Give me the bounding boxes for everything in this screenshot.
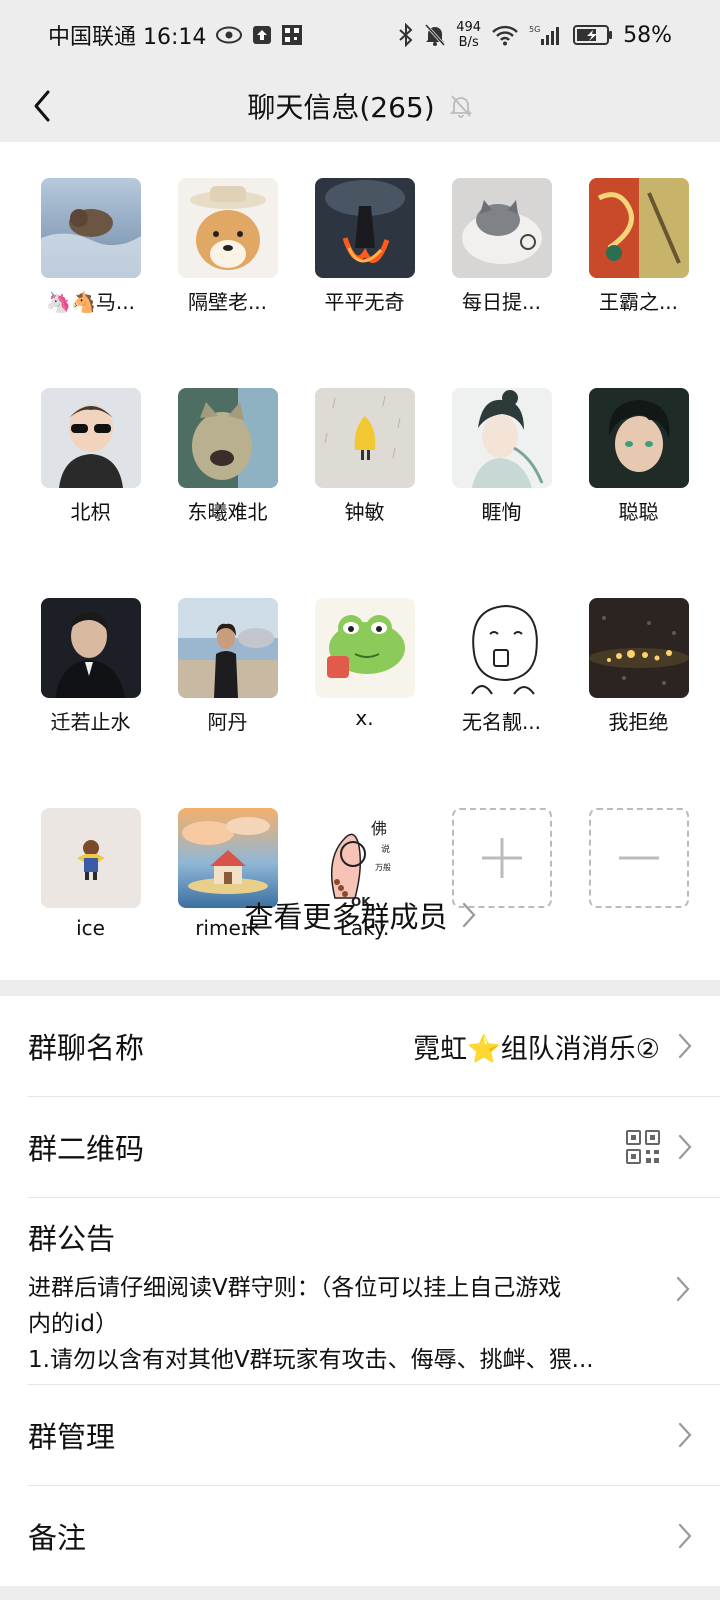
back-button[interactable] [20,84,64,128]
avatar [177,598,278,698]
member-item[interactable]: 王霸之... [570,178,707,315]
group-manage-row[interactable]: 群管理 [0,1385,720,1485]
member-item[interactable]: 聪聪 [570,388,707,525]
member-name: 平平无奇 [324,290,405,314]
minus-icon [618,856,659,860]
avatar [451,388,552,488]
member-name: 北枳 [70,500,111,524]
member-name: 阿丹 [207,710,248,734]
avatar [314,388,415,488]
member-item[interactable]: 迁若止水 [22,598,159,735]
net-speed-value: 494 [456,20,482,35]
remark-label: 备注 [28,1521,87,1555]
svg-text:说: 说 [381,843,390,855]
avatar [314,178,415,278]
avatar [177,388,278,488]
member-name: 无名靓... [461,710,542,734]
cell-signal-icon: 5G [529,24,563,46]
mute-bell-icon [424,23,446,47]
avatar [451,178,552,278]
avatar [451,598,552,698]
member-name: 🦄🐴马... [46,290,135,314]
member-name: x. [355,706,374,730]
view-more-members-link[interactable]: 查看更多群成员 [0,890,720,940]
member-item[interactable]: 无名靓... [433,598,570,735]
member-item[interactable]: 每日提... [433,178,570,315]
battery-icon [573,24,613,46]
notice-line: 进群后请仔细阅读V群守则：（各位可以挂上自己游戏 [28,1275,562,1301]
avatar [177,178,278,278]
avatar [40,178,141,278]
chevron-right-icon [678,1033,692,1059]
member-name: 东曦难北 [187,500,268,524]
member-name: 睚恂 [481,500,522,524]
member-item[interactable]: 阿丹 [159,598,296,735]
member-item[interactable]: 北枳 [22,388,159,525]
chevron-right-icon [676,1276,690,1302]
svg-text:佛: 佛 [371,819,387,838]
member-item[interactable]: 🦄🐴马... [22,178,159,315]
battery-percent: 58% [623,22,672,48]
status-bar: 中国联通 16:14 494 B/s 5G 58% [0,0,720,70]
group-notice-content: 进群后请仔细阅读V群守则：（各位可以挂上自己游戏 内的id） 1.请勿以含有对其… [28,1270,648,1378]
page-title-text: 聊天信息(265) [247,91,435,124]
avatar [314,598,415,698]
group-manage-label: 群管理 [28,1420,116,1454]
plus-icon [481,838,522,878]
member-name: 钟敏 [344,500,385,524]
member-name: 我拒绝 [608,710,669,734]
carrier-time: 中国联通 16:14 [48,25,207,50]
svg-text:万般: 万般 [375,862,391,872]
upload-icon [252,25,272,45]
avatar [40,598,141,698]
member-item[interactable]: 睚恂 [433,388,570,525]
group-name-label: 群聊名称 [28,1031,145,1065]
net-speed: 494 B/s [456,20,481,50]
chevron-left-icon [34,90,50,122]
group-notice-label: 群公告 [28,1222,116,1256]
member-name: 迁若止水 [50,710,131,734]
avatar [40,388,141,488]
member-grid: 🦄🐴马... 隔壁老... 平平无奇 每日提... 王霸之... 北枳 东曦难北… [22,178,708,940]
avatar [588,388,689,488]
remark-row[interactable]: 备注 [0,1486,720,1586]
view-more-label: 查看更多群成员 [244,900,448,934]
member-item[interactable]: 我拒绝 [570,598,707,735]
member-item[interactable]: 东曦难北 [159,388,296,525]
member-item[interactable]: x. [296,598,433,735]
avatar [588,178,689,278]
qr-code-icon [626,1130,660,1164]
chevron-right-icon [678,1134,692,1160]
member-item[interactable]: 平平无奇 [296,178,433,315]
member-item[interactable]: 隔壁老... [159,178,296,315]
member-name: 每日提... [461,290,542,314]
chevron-right-icon [462,902,475,928]
chevron-right-icon [678,1422,692,1448]
chevron-right-icon [678,1523,692,1549]
member-name: 王霸之... [598,290,679,314]
wifi-icon [491,24,519,46]
member-name: 隔壁老... [187,290,268,314]
avatar [588,598,689,698]
member-name: 聪聪 [618,500,659,524]
qr-app-icon [282,25,303,45]
nav-bar: 聊天信息(265) [0,70,720,142]
notice-line: 1.请勿以含有对其他V群玩家有攻击、侮辱、挑衅、猥... [28,1347,594,1373]
bottom-spacer [0,1586,720,1600]
bluetooth-icon [398,23,414,47]
group-notice-row[interactable]: 群公告 进群后请仔细阅读V群守则：（各位可以挂上自己游戏 内的id） 1.请勿以… [0,1198,720,1384]
group-qr-row[interactable]: 群二维码 [0,1097,720,1197]
group-name-row[interactable]: 群聊名称 霓虹⭐组队消消乐② [0,996,720,1096]
members-panel: 🦄🐴马... 隔壁老... 平平无奇 每日提... 王霸之... 北枳 东曦难北… [0,142,720,980]
settings-list: 群聊名称 霓虹⭐组队消消乐② 群二维码 群公告 进群后请仔细阅读V群守则：（各位… [0,996,720,1586]
group-qr-label: 群二维码 [28,1132,145,1166]
group-name-value: 霓虹⭐组队消消乐② [413,1033,660,1065]
member-item[interactable]: 钟敏 [296,388,433,525]
notice-line: 内的id） [28,1311,118,1337]
muted-bell-icon [449,93,473,119]
net-speed-unit: B/s [458,35,479,50]
svg-text:5G: 5G [529,25,540,34]
eye-icon [216,26,243,44]
page-title: 聊天信息(265) [247,86,472,126]
